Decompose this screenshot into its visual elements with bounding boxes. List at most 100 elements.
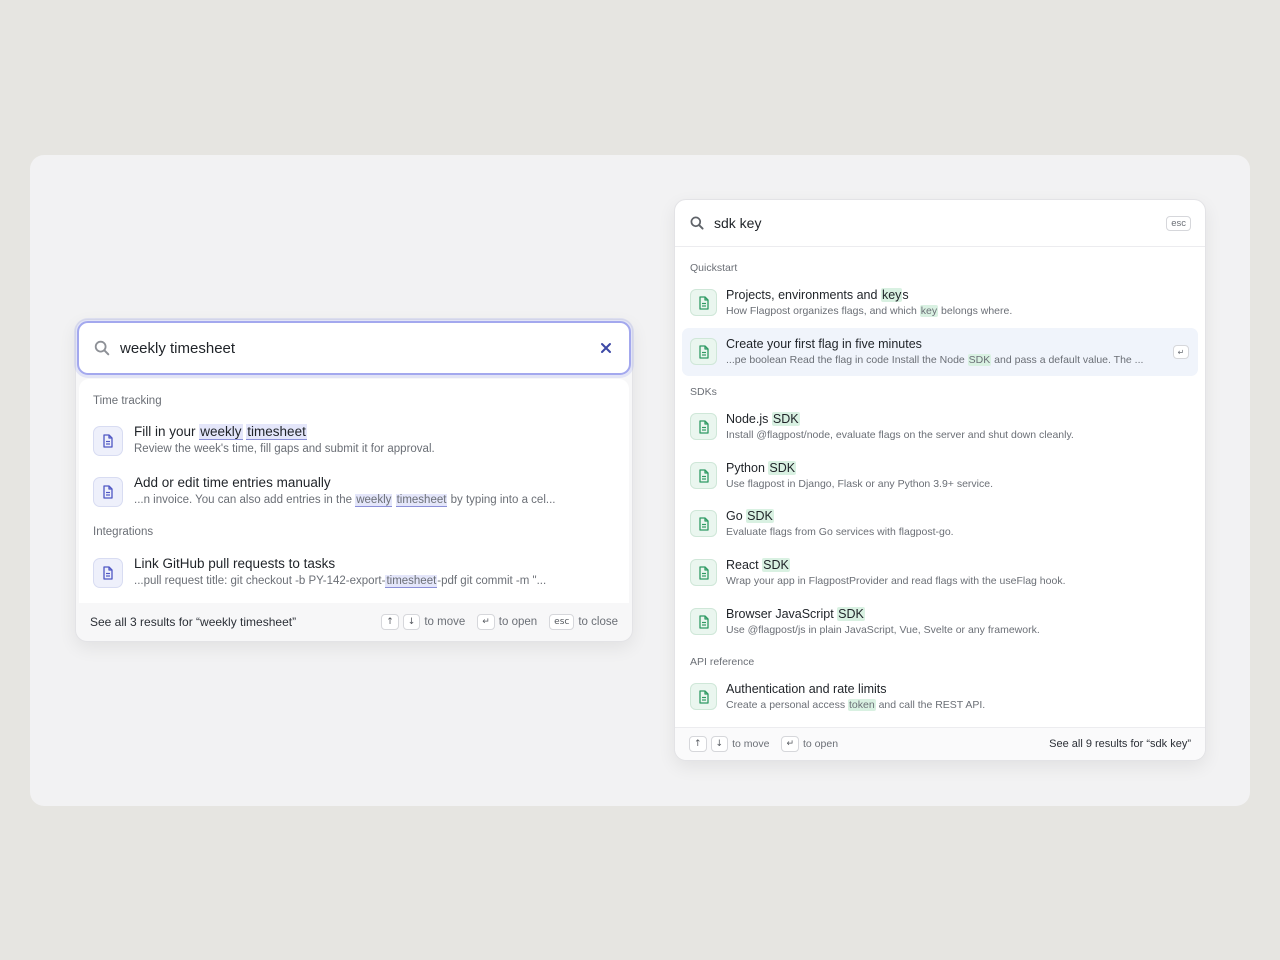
key-enter-icon: ↵ xyxy=(477,613,495,630)
document-icon xyxy=(93,477,123,507)
see-all-results-link[interactable]: See all 9 results for “sdk key” xyxy=(1049,738,1191,750)
text-run: Install @flagpost/node, evaluate flags o… xyxy=(726,429,1074,441)
text-run: Create your first flag in five minutes xyxy=(726,337,922,351)
text-run: Evaluate flags from Go services with fla… xyxy=(726,526,954,538)
hint-move: to move xyxy=(424,615,466,628)
result-snippet: ...pe boolean Read the flag in code Inst… xyxy=(726,354,1143,366)
result-snippet: Use @flagpost/js in plain JavaScript, Vu… xyxy=(726,624,1040,636)
text-run: Projects, environments and xyxy=(726,288,881,302)
match-highlight: weekly xyxy=(355,494,393,507)
text-run: Link GitHub pull requests to tasks xyxy=(134,556,336,571)
key-esc-icon: esc xyxy=(549,613,575,630)
result-title: Link GitHub pull requests to tasks xyxy=(134,556,335,571)
match-highlight: SDK xyxy=(746,509,774,523)
document-icon xyxy=(690,608,717,635)
text-run: ...pull request title: git checkout -b P… xyxy=(134,575,386,587)
text-run: ...n invoice. You can also add entries i… xyxy=(134,494,356,506)
result-item[interactable]: Link GitHub pull requests to tasks ...pu… xyxy=(93,553,623,593)
document-icon xyxy=(690,413,717,440)
match-highlight: SDK xyxy=(762,558,790,572)
text-run: Add or edit time entries manually xyxy=(134,475,331,490)
search-input[interactable]: sdk key xyxy=(714,215,1166,231)
result-snippet: Create a personal access token and call … xyxy=(726,699,985,711)
search-bar[interactable]: weekly timesheet xyxy=(77,321,631,375)
result-item[interactable]: Fill in your weekly timesheet Review the… xyxy=(93,421,623,461)
result-item[interactable]: Browser JavaScript SDK Use @flagpost/js … xyxy=(682,598,1198,646)
match-highlight: timesheet xyxy=(395,494,448,507)
search-bar[interactable]: sdk key esc xyxy=(675,200,1205,247)
section-label-quickstart: Quickstart xyxy=(690,262,738,274)
results-list: Time tracking Fill in your weekly timesh… xyxy=(79,379,629,603)
text-run: and call the REST API. xyxy=(875,699,986,711)
match-highlight: SDK xyxy=(768,461,797,475)
clear-search-button[interactable] xyxy=(597,339,615,357)
text-run: Go xyxy=(726,509,747,523)
close-icon xyxy=(601,343,611,353)
key-down-icon: ↓ xyxy=(710,736,729,752)
text-run: belongs where. xyxy=(938,305,1013,317)
text-run: React xyxy=(726,558,763,572)
result-item[interactable]: Go SDK Evaluate flags from Go services w… xyxy=(682,500,1198,548)
result-item[interactable]: Projects, environments and keys How Flag… xyxy=(682,279,1198,327)
document-icon xyxy=(93,426,123,456)
result-item[interactable]: React SDK Wrap your app in FlagpostProvi… xyxy=(682,549,1198,597)
text-run: Wrap your app in FlagpostProvider and re… xyxy=(726,575,1066,587)
text-run: Python xyxy=(726,461,769,475)
search-icon xyxy=(94,340,110,356)
result-title: Authentication and rate limits xyxy=(726,682,887,696)
result-title: Add or edit time entries manually xyxy=(134,475,331,490)
document-icon xyxy=(690,338,717,365)
text-run: -pdf git commit -m "... xyxy=(437,575,547,587)
match-highlight: key xyxy=(880,288,903,302)
key-up-icon: ↑ xyxy=(381,613,399,630)
key-enter-icon: ↵ xyxy=(781,736,799,752)
result-snippet: ...pull request title: git checkout -b P… xyxy=(134,575,547,588)
section-label-integrations: Integrations xyxy=(93,526,154,538)
esc-key-badge[interactable]: esc xyxy=(1166,215,1191,231)
text-run: and pass a default value. The ... xyxy=(991,354,1144,366)
match-highlight: token xyxy=(847,699,876,711)
result-snippet: Install @flagpost/node, evaluate flags o… xyxy=(726,429,1074,441)
result-item[interactable]: Python SDK Use flagpost in Django, Flask… xyxy=(682,452,1198,500)
result-title: React SDK xyxy=(726,558,790,572)
result-snippet: Wrap your app in FlagpostProvider and re… xyxy=(726,575,1066,587)
result-title: Create your first flag in five minutes xyxy=(726,337,922,351)
search-input[interactable]: weekly timesheet xyxy=(120,340,597,357)
result-snippet: Evaluate flags from Go services with fla… xyxy=(726,526,954,538)
result-item[interactable]: Node.js SDK Install @flagpost/node, eval… xyxy=(682,403,1198,451)
match-highlight: timesheet xyxy=(385,575,438,588)
key-up-icon: ↑ xyxy=(689,736,707,752)
see-all-results-link[interactable]: See all 3 results for “weekly timesheet” xyxy=(90,615,381,629)
search-footer: See all 3 results for “weekly timesheet”… xyxy=(76,602,632,641)
search-panel-sdk-key: sdk key esc Quickstart Projects, environ… xyxy=(674,199,1206,761)
result-title: Browser JavaScript SDK xyxy=(726,607,865,621)
text-run: Authentication and rate limits xyxy=(726,682,887,696)
document-icon xyxy=(690,462,717,489)
search-icon xyxy=(690,216,704,230)
text-run: s xyxy=(902,288,909,302)
document-icon xyxy=(93,558,123,588)
result-snippet: Review the week's time, fill gaps and su… xyxy=(134,443,435,455)
result-title: Fill in your weekly timesheet xyxy=(134,424,307,440)
hint-open: to open xyxy=(803,738,839,750)
document-icon xyxy=(690,510,717,537)
text-run: Create a personal access xyxy=(726,699,848,711)
text-run: Browser JavaScript xyxy=(726,607,838,621)
result-item[interactable]: Add or edit time entries manually ...n i… xyxy=(93,472,623,512)
enter-key-icon: ↵ xyxy=(1173,345,1189,359)
match-highlight: key xyxy=(919,305,939,317)
result-item-selected[interactable]: Create your first flag in five minutes .… xyxy=(682,328,1198,376)
match-highlight: weekly xyxy=(199,424,243,440)
result-item[interactable]: Authentication and rate limits Create a … xyxy=(682,673,1198,721)
section-label-sdks: SDKs xyxy=(690,386,717,398)
result-snippet: ...n invoice. You can also add entries i… xyxy=(134,494,555,507)
text-run: How Flagpost organizes flags, and which xyxy=(726,305,920,317)
text-run: Fill in your xyxy=(134,424,200,439)
result-title: Go SDK xyxy=(726,509,774,523)
key-down-icon: ↓ xyxy=(402,613,421,630)
document-icon xyxy=(690,289,717,316)
text-run: Review the week's time, fill gaps and su… xyxy=(134,443,435,455)
match-highlight: SDK xyxy=(771,412,800,426)
search-panel-weekly-timesheet: weekly timesheet Time tracking Fill in y… xyxy=(75,319,633,642)
match-highlight: SDK xyxy=(967,354,992,366)
